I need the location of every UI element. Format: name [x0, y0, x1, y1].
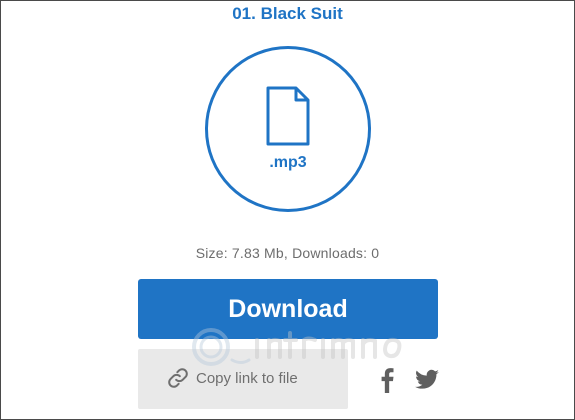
document-icon	[266, 86, 310, 146]
copy-link-button[interactable]: Copy link to file	[138, 349, 348, 409]
download-panel: 01. Black Suit .mp3 Size: 7.83 Mb, Downl…	[0, 0, 575, 420]
twitter-icon[interactable]	[414, 367, 440, 393]
file-extension: .mp3	[269, 154, 307, 171]
copy-link-label: Copy link to file	[196, 370, 298, 387]
link-icon	[168, 368, 188, 388]
file-preview: .mp3	[205, 46, 371, 212]
file-meta: Size: 7.83 Mb, Downloads: 0	[195, 245, 380, 261]
download-button[interactable]: Download	[138, 279, 438, 339]
file-title: 01. Black Suit	[232, 4, 343, 23]
facebook-icon[interactable]	[374, 367, 400, 393]
